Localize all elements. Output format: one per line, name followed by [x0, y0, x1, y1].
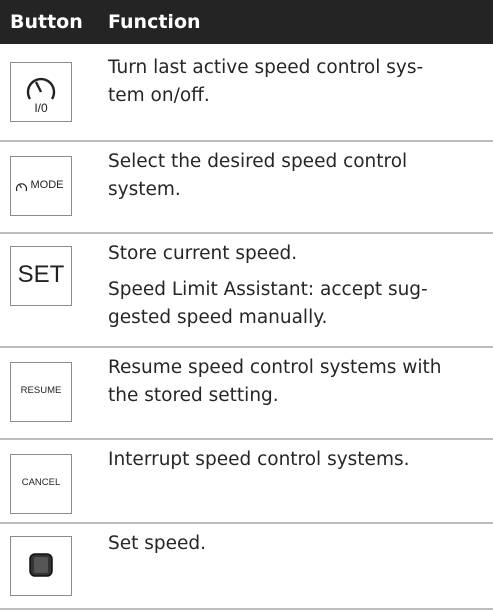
line: Set speed.	[108, 533, 207, 554]
table-row-mode: MODE Select the desired speed control sy…	[0, 140, 493, 234]
row-text: Set speed.	[108, 530, 486, 558]
line: gested speed manually.	[108, 307, 328, 328]
line: Speed Limit Assistant: accept sug-	[108, 279, 428, 300]
line: the stored setting.	[108, 385, 279, 406]
line: Interrupt speed control systems.	[108, 449, 410, 470]
line: Store current speed.	[108, 243, 298, 264]
on-off-label: I/0	[34, 101, 48, 115]
mode-button-icon: MODE	[10, 156, 72, 216]
row-text: Interrupt speed control systems.	[108, 446, 486, 474]
set-label: SET	[17, 261, 65, 288]
row-text: Turn last active speed control sys- tem …	[108, 54, 486, 110]
extra-text: Speed Limit Assistant: accept sug- geste…	[108, 276, 486, 332]
speedometer-on-off-icon: I/0	[10, 62, 72, 122]
line: Resume speed control systems with	[108, 357, 442, 378]
cancel-label: CANCEL	[21, 477, 61, 488]
table-row-resume: RESUME Resume speed control systems with…	[0, 346, 493, 440]
resume-button-icon: RESUME	[10, 362, 72, 422]
table-row-set: SET Store current speed. Speed Limit Ass…	[0, 232, 493, 348]
rocker-switch-icon	[10, 536, 72, 596]
mode-label: MODE	[30, 179, 64, 191]
table-row-on-off: I/0 Turn last active speed control sys- …	[0, 44, 493, 142]
line: Turn last active speed control sys-	[108, 57, 424, 78]
table-row-cancel: CANCEL Interrupt speed control systems.	[0, 438, 493, 524]
row-text: Resume speed control systems with the st…	[108, 354, 486, 410]
line: system.	[108, 179, 181, 200]
row-text: Store current speed. Speed Limit Assista…	[108, 240, 486, 332]
line: Select the desired speed control	[108, 151, 408, 172]
set-button-icon: SET	[10, 246, 72, 306]
table-header: Button Function	[0, 0, 493, 44]
header-button: Button	[10, 11, 83, 33]
cancel-button-icon: CANCEL	[10, 454, 72, 514]
line: tem on/off.	[108, 85, 210, 106]
resume-label: RESUME	[20, 385, 62, 396]
row-text: Select the desired speed control system.	[108, 148, 486, 204]
header-function: Function	[108, 11, 201, 33]
table-row-set-speed: Set speed.	[0, 522, 493, 610]
